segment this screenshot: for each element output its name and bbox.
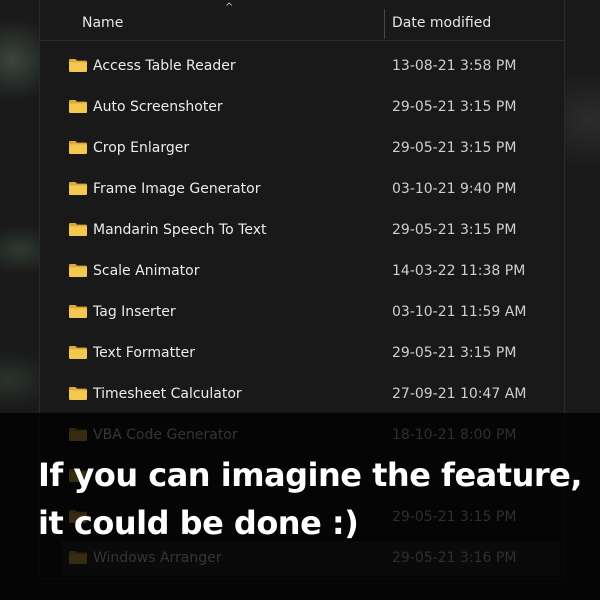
column-header-date-modified[interactable]: Date modified [392, 15, 491, 31]
folder-icon [69, 264, 87, 277]
file-date-modified: 03-10-21 9:40 PM [392, 181, 517, 197]
file-date-modified: 29-05-21 3:15 PM [392, 222, 517, 238]
folder-icon [69, 59, 87, 72]
file-date-modified: 14-03-22 11:38 PM [392, 263, 526, 279]
list-item[interactable]: Crop Enlarger 29-05-21 3:15 PM [40, 128, 564, 169]
folder-icon [69, 182, 87, 195]
folder-icon [69, 100, 87, 113]
list-item[interactable]: Auto Screenshoter 29-05-21 3:15 PM [40, 87, 564, 128]
file-name: Crop Enlarger [93, 140, 190, 156]
column-header-bar: ^ Name Date modified [40, 0, 564, 41]
list-item[interactable]: Mandarin Speech To Text 29-05-21 3:15 PM [40, 210, 564, 251]
list-item[interactable]: Scale Animator 14-03-22 11:38 PM [40, 251, 564, 292]
list-item[interactable]: Timesheet Calculator 27-09-21 10:47 AM [40, 374, 564, 415]
file-date-modified: 27-09-21 10:47 AM [392, 386, 527, 402]
file-date-modified: 29-05-21 3:15 PM [392, 140, 517, 156]
list-item[interactable]: Frame Image Generator 03-10-21 9:40 PM [40, 169, 564, 210]
file-date-modified: 03-10-21 11:59 AM [392, 304, 527, 320]
file-name: Frame Image Generator [93, 181, 261, 197]
folder-icon [69, 346, 87, 359]
file-date-modified: 29-05-21 3:15 PM [392, 99, 517, 115]
file-name: Timesheet Calculator [93, 386, 242, 402]
file-name: Tag Inserter [93, 304, 176, 320]
file-name: Mandarin Speech To Text [93, 222, 267, 238]
caption-text: If you can imagine the feature, it could… [38, 451, 598, 547]
list-item[interactable]: Tag Inserter 03-10-21 11:59 AM [40, 292, 564, 333]
column-divider[interactable] [384, 9, 385, 39]
list-item[interactable]: Access Table Reader 13-08-21 3:58 PM [40, 46, 564, 87]
folder-icon [69, 223, 87, 236]
caption-line-2: it could be done :) [38, 504, 359, 542]
sort-ascending-icon[interactable]: ^ [225, 3, 233, 13]
file-name: Text Formatter [93, 345, 195, 361]
file-date-modified: 13-08-21 3:58 PM [392, 58, 517, 74]
caption-line-1: If you can imagine the feature, [38, 456, 582, 494]
column-header-name[interactable]: Name [82, 15, 123, 31]
folder-icon [69, 387, 87, 400]
file-name: Scale Animator [93, 263, 200, 279]
file-date-modified: 29-05-21 3:15 PM [392, 345, 517, 361]
folder-icon [69, 305, 87, 318]
file-name: Auto Screenshoter [93, 99, 223, 115]
file-name: Access Table Reader [93, 58, 236, 74]
folder-icon [69, 141, 87, 154]
list-item[interactable]: Text Formatter 29-05-21 3:15 PM [40, 333, 564, 374]
